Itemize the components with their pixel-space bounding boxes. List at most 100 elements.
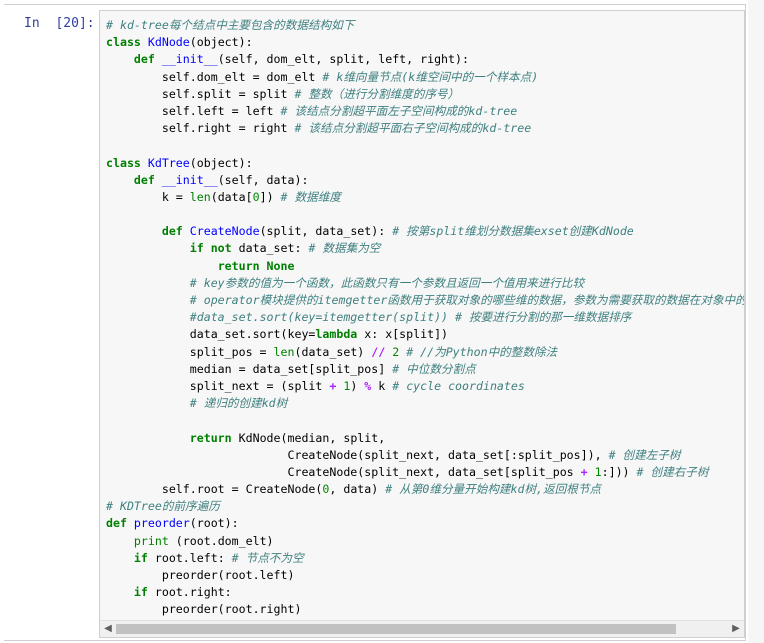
code-token: KdNode bbox=[147, 35, 190, 50]
code-line: self.root = CreateNode(0, data) # 从第0维分量… bbox=[106, 481, 744, 498]
code-line: def preorder(root): bbox=[106, 515, 744, 532]
code-line: self.dom_elt = dom_elt # k维向量节点(k维空间中的一个… bbox=[106, 69, 744, 86]
code-line: return KdNode(median, split, bbox=[106, 430, 744, 447]
code-line: split_pos = len(data_set) // 2 # //为Pyth… bbox=[106, 344, 744, 361]
code-token: x: x[split]) bbox=[364, 327, 449, 342]
code-line: # 递归的创建kd树 bbox=[106, 395, 744, 412]
prompt-execution-count: [20]: bbox=[55, 16, 95, 31]
code-line: if root.left: # 节点不为空 bbox=[106, 550, 744, 567]
code-line: preorder(root.left) bbox=[106, 567, 744, 584]
code-token: self.right = right bbox=[106, 121, 295, 136]
code-line: split_next = (split + 1) % k # cycle coo… bbox=[106, 378, 744, 395]
code-token: k bbox=[371, 378, 393, 393]
code-token: 1 bbox=[594, 464, 602, 479]
code-token: # 递归的创建kd树 bbox=[189, 396, 288, 411]
code-token: def bbox=[106, 516, 134, 531]
code-token: # 该结点分割超平面右子空间构成的kd-tree bbox=[294, 121, 532, 136]
code-line: data_set.sort(key=lambda x: x[split]) bbox=[106, 326, 744, 343]
scroll-left-icon[interactable]: ◀ bbox=[100, 621, 116, 637]
code-line: CreateNode(split_next, data_set[:split_p… bbox=[106, 447, 744, 464]
scroll-right-icon[interactable]: ▶ bbox=[728, 621, 744, 637]
code-token: def bbox=[133, 172, 162, 187]
code-line: print (root.dom_elt) bbox=[106, 533, 744, 550]
page-vertical-scrollbar[interactable] bbox=[748, 0, 764, 643]
code-token: # 该结点分割超平面左子空间构成的kd-tree bbox=[280, 103, 518, 118]
code-token: // bbox=[371, 344, 386, 359]
input-prompt: In [20]: bbox=[24, 16, 95, 31]
code-token: def bbox=[161, 224, 190, 239]
code-token: # 整数（进行分割维度的序号） bbox=[294, 86, 460, 101]
code-line: self.right = right # 该结点分割超平面右子空间构成的kd-t… bbox=[106, 120, 744, 137]
code-token: class bbox=[106, 35, 148, 50]
code-line: def __init__(self, data): bbox=[106, 172, 744, 189]
code-token: CreateNode(split_next, data_set[:split_p… bbox=[106, 447, 609, 462]
code-token: if bbox=[133, 550, 155, 565]
code-token: if bbox=[133, 585, 155, 600]
prompt-in-label: In bbox=[24, 16, 40, 31]
code-token: # k维向量节点(k维空间中的一个样本点) bbox=[322, 69, 539, 84]
code-line: self.split = split # 整数（进行分割维度的序号） bbox=[106, 86, 744, 103]
code-token: if not bbox=[189, 241, 239, 256]
code-line: self.left = left # 该结点分割超平面左子空间构成的kd-tre… bbox=[106, 103, 744, 120]
code-token: split_next = (split bbox=[106, 378, 330, 393]
code-token: # key参数的值为一个函数，此函数只有一个参数且返回一个值用来进行比较 bbox=[189, 275, 585, 290]
scrollbar-thumb[interactable] bbox=[116, 624, 676, 634]
code-line: return None bbox=[106, 258, 744, 275]
code-line: median = data_set[split_pos] # 中位数分割点 bbox=[106, 361, 744, 378]
horizontal-scrollbar[interactable]: ◀ ▶ bbox=[100, 620, 744, 637]
code-token: (split, data_set): bbox=[259, 224, 393, 239]
code-token: # 中位数分割点 bbox=[392, 361, 476, 376]
code-token: self.split = split bbox=[106, 86, 295, 101]
code-token: def bbox=[133, 52, 162, 67]
code-input-area[interactable]: # kd-tree每个结点中主要包含的数据结构如下 class KdNode (ob… bbox=[99, 10, 745, 638]
code-token: # 数据维度 bbox=[280, 189, 341, 204]
code-token: data_set.sort(key= bbox=[106, 327, 316, 342]
code-editor[interactable]: # kd-tree每个结点中主要包含的数据结构如下 class KdNode (ob… bbox=[106, 17, 744, 619]
code-token: KdTree bbox=[147, 155, 190, 170]
code-token: (root.dom_elt) bbox=[168, 533, 274, 548]
code-line: k = len(data[0]) # 数据维度 bbox=[106, 189, 744, 206]
code-token: root.right: bbox=[154, 585, 232, 600]
code-token: (object): bbox=[189, 155, 253, 170]
code-token: # KDTree的前序遍历 bbox=[106, 499, 220, 514]
code-token: (self, dom_elt, split, left, right): bbox=[217, 52, 469, 67]
code-token: lambda bbox=[315, 327, 365, 342]
code-token: ) bbox=[350, 378, 365, 393]
code-line: def CreateNode(split, data_set): # 按第spl… bbox=[106, 223, 744, 240]
code-token: # cycle coordinates bbox=[392, 378, 525, 393]
code-token: median = data_set[split_pos] bbox=[106, 361, 393, 376]
code-token: preorder(root.left) bbox=[106, 568, 295, 582]
code-token: len bbox=[273, 344, 295, 359]
code-token: # 按第split维划分数据集exset创建KdNode bbox=[392, 224, 634, 239]
code-line: # kd-tree每个结点中主要包含的数据结构如下 bbox=[106, 17, 744, 34]
code-token: self.dom_elt = dom_elt bbox=[106, 69, 323, 84]
code-token: preorder bbox=[133, 516, 190, 531]
code-line: def __init__(self, dom_elt, split, left,… bbox=[106, 51, 744, 68]
code-token: # 数据集为空 bbox=[308, 241, 381, 256]
code-line: class KdTree(object): bbox=[106, 155, 744, 172]
code-token: k = bbox=[106, 189, 190, 204]
code-line: #data_set.sort(key=itemgetter(split)) # … bbox=[106, 309, 744, 326]
code-line: # KDTree的前序遍历 bbox=[106, 498, 744, 515]
code-line: # operator模块提供的itemgetter函数用于获取对象的哪些维的数据… bbox=[106, 292, 744, 309]
code-token: len bbox=[189, 189, 211, 204]
code-token: CreateNode bbox=[189, 224, 260, 239]
code-token: split_pos = bbox=[106, 344, 274, 359]
code-token: ]) bbox=[259, 189, 281, 204]
code-token: # 创建右子树 bbox=[636, 464, 709, 479]
